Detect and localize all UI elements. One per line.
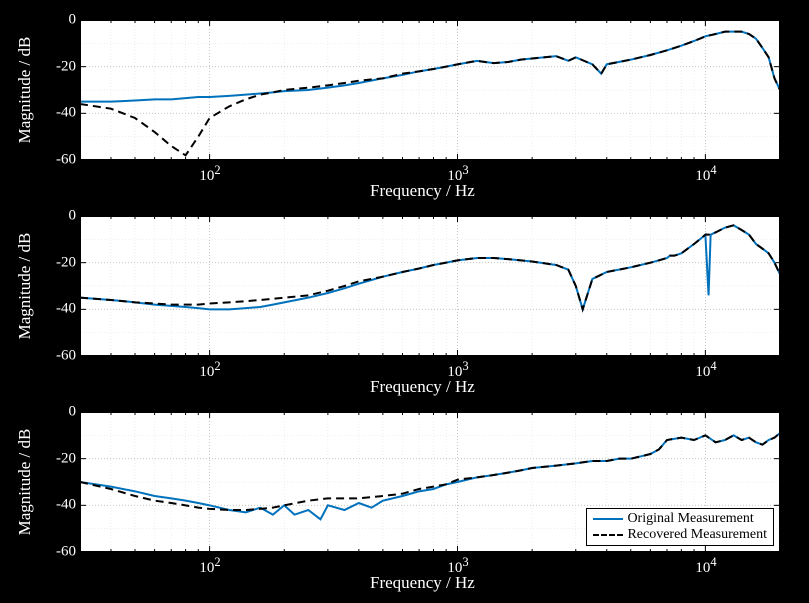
chart-1-svg (80, 20, 780, 160)
y-tick: -20 (48, 451, 76, 468)
y-tick: -20 (48, 59, 76, 76)
legend-swatch-original (593, 518, 623, 520)
y-axis-label: Magnitude / dB (15, 429, 35, 536)
y-tick: -60 (48, 348, 76, 365)
chart-panel-2 (80, 216, 780, 356)
y-axis-label: Magnitude / dB (15, 37, 35, 144)
legend-entry-original: Original Measurement (593, 511, 767, 527)
legend: Original Measurement Recovered Measureme… (586, 508, 774, 546)
x-tick: 104 (695, 555, 716, 577)
y-tick: 0 (48, 404, 76, 421)
chart-panel-1 (80, 20, 780, 160)
x-tick: 102 (199, 555, 220, 577)
chart-panel-3: Original Measurement Recovered Measureme… (80, 412, 780, 552)
legend-swatch-recovered (593, 534, 623, 536)
legend-label: Original Measurement (627, 511, 753, 527)
x-axis-label: Frequency / Hz (370, 181, 475, 201)
y-tick: -60 (48, 152, 76, 169)
y-tick: 0 (48, 12, 76, 29)
y-tick: -20 (48, 255, 76, 272)
y-tick: 0 (48, 208, 76, 225)
x-tick: 104 (695, 359, 716, 381)
legend-label: Recovered Measurement (627, 527, 767, 543)
y-tick: -40 (48, 497, 76, 514)
x-tick: 102 (199, 163, 220, 185)
legend-entry-recovered: Recovered Measurement (593, 527, 767, 543)
x-tick: 102 (199, 359, 220, 381)
y-tick: -40 (48, 105, 76, 122)
y-axis-label: Magnitude / dB (15, 233, 35, 340)
x-tick: 104 (695, 163, 716, 185)
x-axis-label: Frequency / Hz (370, 573, 475, 593)
chart-2-svg (80, 216, 780, 356)
y-tick: -60 (48, 544, 76, 561)
y-tick: -40 (48, 301, 76, 318)
x-axis-label: Frequency / Hz (370, 377, 475, 397)
